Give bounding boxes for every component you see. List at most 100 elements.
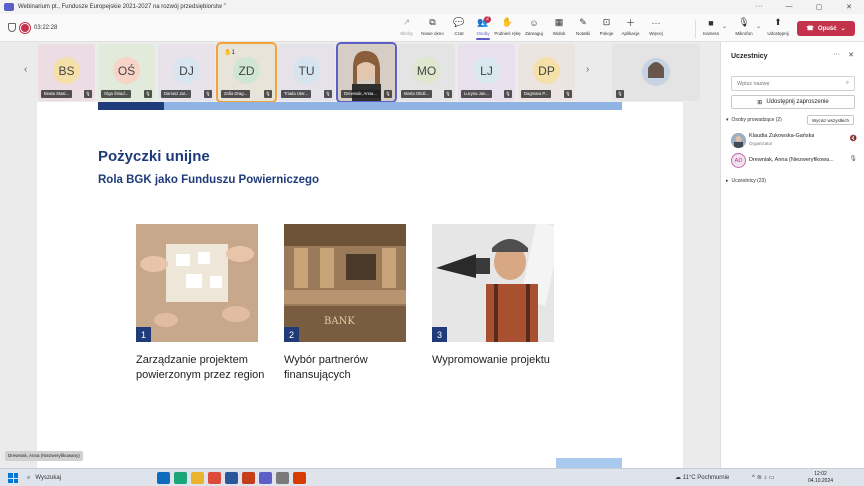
file-explorer-icon[interactable] bbox=[191, 472, 204, 484]
chevron-down-icon[interactable]: ⌄ bbox=[756, 23, 761, 30]
toolbar-button-nowe-okno[interactable]: ⧉ Nowe okno bbox=[419, 16, 446, 36]
app-icon[interactable] bbox=[293, 472, 306, 484]
mic-off-icon: 🎙 bbox=[204, 90, 212, 98]
chevron-down-icon[interactable]: ⌄ bbox=[722, 23, 727, 30]
powerpoint-icon[interactable] bbox=[242, 472, 255, 484]
toolbar-label: Skróty bbox=[400, 31, 413, 36]
toolbar-button-skróty[interactable]: ↗ Skróty bbox=[394, 16, 419, 36]
weather-widget[interactable]: ☁ 11°C Pochmurnie bbox=[675, 474, 729, 481]
leave-button[interactable]: ☎ Opuść ⌄ bbox=[797, 21, 855, 36]
toolbar-icon: ⧉ bbox=[429, 17, 436, 27]
mic-off-icon: 🎙 bbox=[324, 90, 332, 98]
chrome-icon[interactable] bbox=[208, 472, 221, 484]
close-window-icon[interactable]: ✕ bbox=[834, 3, 864, 11]
share-invite-button[interactable]: ⊞ Udostępnij zaproszenie bbox=[731, 95, 855, 109]
word-icon[interactable] bbox=[225, 472, 238, 484]
toolbar-button-notatki[interactable]: ✎ Notatki bbox=[571, 16, 595, 36]
avatar: DP bbox=[533, 57, 560, 84]
toolbar-button-pokoje[interactable]: ⊡ Pokoje bbox=[595, 16, 618, 36]
participant-tile[interactable]: DJ Dariusz Jar... 🎙 bbox=[158, 44, 215, 101]
toolbar-label: Pokoje bbox=[599, 31, 614, 36]
cloud-icon: ☁ bbox=[675, 475, 681, 481]
camera-icon: ■ bbox=[708, 17, 714, 28]
panel-title: Uczestnicy bbox=[731, 53, 768, 60]
participant-tile[interactable]: OŚ Olga Śniad... 🎙 bbox=[98, 44, 155, 101]
toolbar-label: Osoby bbox=[476, 31, 490, 36]
participant-name: Dagmara P... bbox=[521, 90, 552, 98]
toolbar-label: Notatki bbox=[575, 31, 590, 36]
participant-row[interactable]: Klaudia Żukowska-Gańska Organizator 🔇 bbox=[731, 132, 857, 150]
participant-tile[interactable]: Drewniak, Anna... 🎙 bbox=[338, 44, 395, 101]
participant-tile[interactable]: 🎙 bbox=[612, 44, 700, 101]
outlook-icon[interactable] bbox=[157, 472, 170, 484]
close-icon[interactable]: ✕ bbox=[848, 51, 854, 59]
notification-badge: 2 bbox=[484, 16, 491, 23]
taskbar-search[interactable]: ⌕ Wyszukaj bbox=[24, 472, 148, 484]
slide-subtitle: Rola BGK jako Funduszu Powierniczego bbox=[98, 174, 320, 186]
more-icon[interactable]: ··· bbox=[744, 3, 774, 11]
search-icon: ⌕ bbox=[27, 474, 31, 481]
toolbar-icon: ＋ bbox=[625, 18, 635, 28]
participant-tile[interactable]: DP Dagmara P... 🎙 bbox=[518, 44, 575, 101]
participant-strip: BS Beata Stasi... 🎙 OŚ Olga Śniad... 🎙 DJ Dariu… bbox=[20, 42, 700, 102]
mic-button[interactable]: 🎙 Mikrofon bbox=[732, 16, 756, 36]
participant-name: Olga Śniad... bbox=[101, 90, 132, 98]
toolbar-button-podnieś-rękę[interactable]: ✋ Podnieś rękę bbox=[494, 16, 521, 36]
participant-name: Beata Stasi... bbox=[41, 90, 72, 98]
mute-all-button[interactable]: Wycisz wszystkich bbox=[807, 115, 854, 125]
meeting-stage: ‹ › BS Beata Stasi... 🎙 OŚ Olga Śniad... 🎙 DJ D… bbox=[0, 42, 720, 468]
participant-search-input[interactable]: Wpisz nazwę ⌕ bbox=[731, 76, 855, 91]
teams-icon[interactable] bbox=[259, 472, 272, 484]
toolbar-button-widok[interactable]: ▦ Widok bbox=[547, 16, 571, 36]
avatar: OŚ bbox=[113, 57, 140, 84]
toolbar-label: Widok bbox=[552, 31, 566, 36]
mic-off-icon: 🎙 bbox=[616, 90, 624, 98]
slide-title: Pożyczki unijne bbox=[98, 148, 210, 165]
mic-off-icon: 🎙 bbox=[264, 90, 272, 98]
share-button[interactable]: ⬆ Udostępnij bbox=[764, 16, 792, 36]
toolbar-button-czat[interactable]: 💬 Czat bbox=[446, 16, 472, 36]
toolbar-label: Więcej bbox=[649, 31, 663, 36]
mic-off-icon: 🎙 bbox=[444, 90, 452, 98]
toolbar-icon: ✎ bbox=[579, 17, 587, 27]
search-icon: ⌕ bbox=[845, 80, 849, 86]
participant-tile[interactable]: ZD ✋1 Zofia Drag... 🎙 bbox=[218, 44, 275, 101]
avatar: AD bbox=[731, 153, 746, 168]
toolbar-button-aplikacje[interactable]: ＋ Aplikacje bbox=[618, 16, 643, 36]
avatar: DJ bbox=[173, 57, 200, 84]
toolbar-icon: ⊡ bbox=[602, 17, 611, 27]
participant-row[interactable]: AD Drewniak, Anna (Niezweryfikowa... 🎙 bbox=[731, 152, 857, 170]
toolbar-label: Zareaguj bbox=[525, 31, 543, 36]
avatar bbox=[731, 133, 746, 148]
minimize-icon[interactable]: — bbox=[774, 3, 804, 11]
edge-icon[interactable] bbox=[174, 472, 187, 484]
presenters-section-toggle[interactable]: ▾ Osoby prowadzące (2) bbox=[726, 117, 782, 123]
participant-tile[interactable]: LJ Lucyna Jan... 🎙 bbox=[458, 44, 515, 101]
wifi-icon: ≋ bbox=[756, 475, 764, 481]
participant-tile[interactable]: MO Marta Okoli... 🎙 bbox=[398, 44, 455, 101]
camera-button[interactable]: ■ Kamera bbox=[700, 16, 722, 37]
meeting-toolbar: 03:22:28 ↗ Skróty ⧉ Nowe okno 💬 Czat 👥 Osoby 2 ✋ P… bbox=[0, 14, 864, 42]
attendees-section-toggle[interactable]: ▸ Uczestnicy (23) bbox=[726, 178, 766, 184]
panel-actions: ··· ✕ bbox=[833, 51, 854, 59]
participant-role: Organizator bbox=[749, 141, 773, 146]
mic-off-icon: 🎙 bbox=[564, 90, 572, 98]
slide-accent-bar bbox=[164, 102, 622, 110]
participant-tile[interactable]: BS Beata Stasi... 🎙 bbox=[38, 44, 95, 101]
mic-off-icon: 🎙 bbox=[504, 90, 512, 98]
maximize-icon[interactable]: ▢ bbox=[804, 3, 834, 11]
slide-accent-bar bbox=[98, 102, 164, 110]
toolbar-button-osoby[interactable]: 👥 Osoby 2 bbox=[472, 16, 494, 40]
taskbar-clock[interactable]: 12:02 04.10.2024 bbox=[808, 471, 833, 485]
avatar: LJ bbox=[473, 57, 500, 84]
app-icon[interactable] bbox=[276, 472, 289, 484]
toolbar-button-więcej[interactable]: ··· Więcej bbox=[643, 16, 669, 37]
toolbar-button-zareaguj[interactable]: ☺ Zareaguj bbox=[521, 16, 547, 37]
participant-tile[interactable]: TU Triada Uter... 🎙 bbox=[278, 44, 335, 101]
more-options-icon[interactable]: ··· bbox=[833, 51, 840, 59]
taskbar-apps bbox=[157, 472, 306, 484]
participant-name: Zofia Drag... bbox=[221, 90, 251, 98]
system-tray[interactable]: ^≋♪▭ bbox=[752, 474, 777, 481]
participant-name: Lucyna Jan... bbox=[461, 90, 492, 98]
windows-start-icon[interactable] bbox=[8, 473, 18, 483]
